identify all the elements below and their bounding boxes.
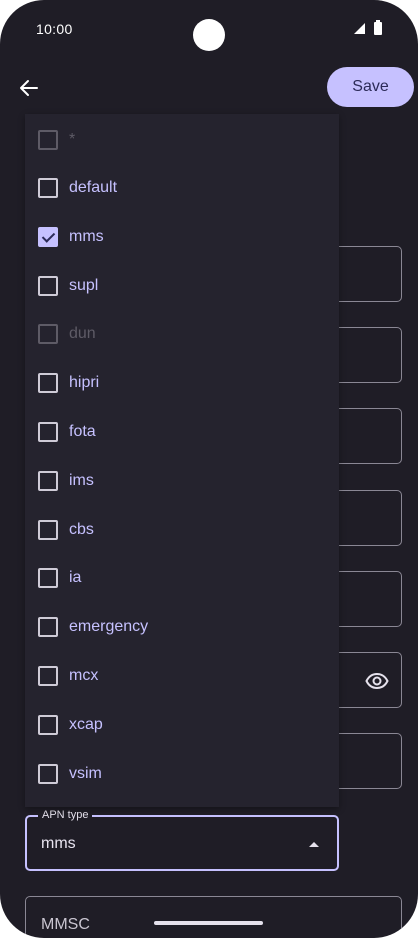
menu-item-label: mms xyxy=(69,228,104,245)
menu-item-hipri[interactable]: hipri xyxy=(25,359,339,407)
checkbox-icon[interactable] xyxy=(38,568,58,588)
menu-item-label: dun xyxy=(69,325,96,342)
apn-type-value: mms xyxy=(41,835,76,852)
menu-item-vsim[interactable]: vsim xyxy=(25,750,339,798)
checkbox-icon[interactable] xyxy=(38,764,58,784)
checkbox-icon[interactable] xyxy=(38,324,58,344)
checkbox-icon[interactable] xyxy=(38,422,58,442)
menu-item-label: cbs xyxy=(69,521,94,538)
menu-item-label: fota xyxy=(69,423,96,440)
menu-item-mcx[interactable]: mcx xyxy=(25,652,339,700)
menu-item-label: default xyxy=(69,179,118,196)
signal-icon xyxy=(354,23,365,34)
phone-screen: 10:00 Save APN type mms MMSC * default m… xyxy=(0,0,418,938)
menu-item-emergency[interactable]: emergency xyxy=(25,603,339,651)
arrow-back-icon xyxy=(20,80,38,96)
back-button[interactable] xyxy=(14,74,44,102)
checkbox-icon[interactable] xyxy=(38,471,58,491)
checkbox-icon[interactable] xyxy=(38,666,58,686)
menu-item-label: vsim xyxy=(69,765,102,782)
menu-item-label: ims xyxy=(69,472,94,489)
menu-item-label: hipri xyxy=(69,374,100,391)
home-indicator[interactable] xyxy=(154,921,263,925)
menu-item-mms[interactable]: mms xyxy=(25,213,339,261)
checkbox-icon[interactable] xyxy=(38,617,58,637)
menu-item-ims[interactable]: ims xyxy=(25,457,339,505)
save-button[interactable]: Save xyxy=(327,67,414,107)
menu-item-label: supl xyxy=(69,277,99,294)
status-time: 10:00 xyxy=(36,21,73,37)
apn-type-label: APN type xyxy=(38,808,93,822)
menu-item-default[interactable]: default xyxy=(25,164,339,212)
arrow-drop-up-icon xyxy=(309,842,319,847)
camera-cutout xyxy=(193,19,225,51)
menu-item-fota[interactable]: fota xyxy=(25,408,339,456)
eye-icon[interactable] xyxy=(365,669,389,693)
checkbox-icon[interactable] xyxy=(38,373,58,393)
menu-item-star[interactable]: * xyxy=(25,116,339,164)
checkbox-checked-icon[interactable] xyxy=(38,227,58,247)
menu-item-cbs[interactable]: cbs xyxy=(25,506,339,554)
menu-item-label: emergency xyxy=(69,618,149,635)
checkbox-icon[interactable] xyxy=(38,520,58,540)
checkbox-icon[interactable] xyxy=(38,276,58,296)
menu-item-dun[interactable]: dun xyxy=(25,310,339,358)
menu-item-label: mcx xyxy=(69,667,99,684)
apn-type-menu: * default mms supl dun hipri fota ims cb… xyxy=(25,114,339,807)
battery-icon xyxy=(374,20,382,35)
checkbox-icon[interactable] xyxy=(38,715,58,735)
mmsc-label: MMSC xyxy=(41,916,90,933)
menu-item-ia[interactable]: ia xyxy=(25,554,339,602)
menu-item-label: xcap xyxy=(69,716,103,733)
menu-item-label: ia xyxy=(69,569,82,586)
menu-item-supl[interactable]: supl xyxy=(25,262,339,310)
menu-item-xcap[interactable]: xcap xyxy=(25,701,339,749)
checkbox-icon[interactable] xyxy=(38,178,58,198)
checkbox-icon[interactable] xyxy=(38,130,58,150)
mmsc-field[interactable]: MMSC xyxy=(25,896,402,938)
apn-type-select[interactable]: APN type mms xyxy=(25,808,339,871)
menu-item-label: * xyxy=(69,131,76,148)
